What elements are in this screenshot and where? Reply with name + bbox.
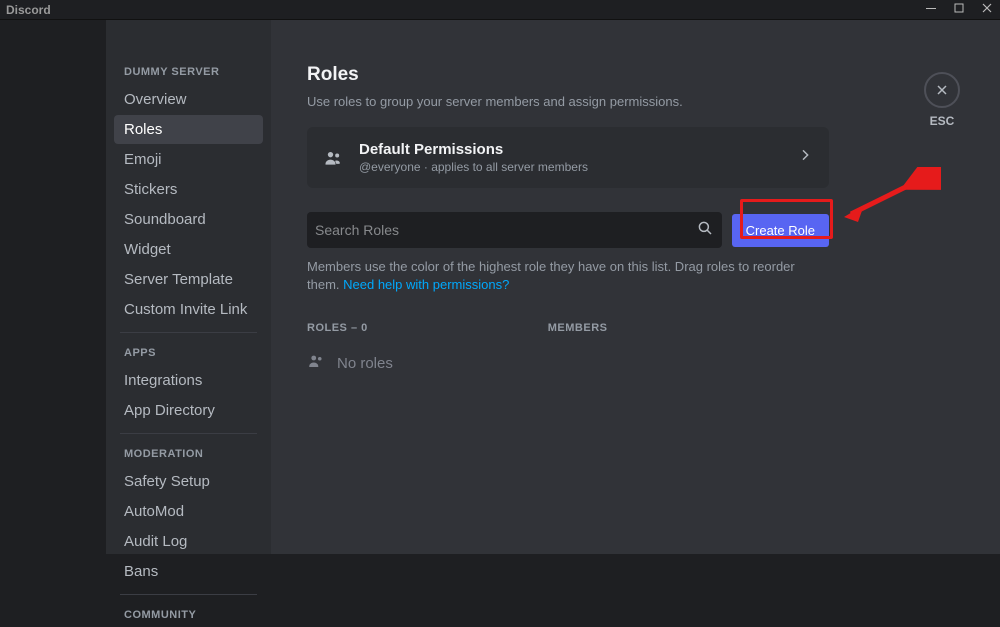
- members-column-header: MEMBERS: [548, 322, 608, 334]
- divider: [120, 433, 257, 434]
- community-header: COMMUNITY: [114, 603, 263, 627]
- window-maximize-button[interactable]: [952, 2, 966, 17]
- apps-header: APPS: [114, 341, 263, 365]
- page-title: Roles: [307, 64, 950, 86]
- empty-roles-label: No roles: [337, 355, 393, 372]
- main-content: Roles Use roles to group your server mem…: [271, 20, 1000, 554]
- sidebar-item-overview[interactable]: Overview: [114, 85, 263, 114]
- members-icon: [323, 148, 343, 168]
- window-minimize-button[interactable]: [924, 2, 938, 17]
- default-permissions-title: Default Permissions: [359, 141, 781, 158]
- chevron-right-icon: [797, 147, 813, 168]
- close-settings-button[interactable]: [924, 72, 960, 108]
- sidebar-item-integrations[interactable]: Integrations: [114, 366, 263, 395]
- sidebar-item-emoji[interactable]: Emoji: [114, 145, 263, 174]
- sidebar-item-audit-log[interactable]: Audit Log: [114, 527, 263, 556]
- help-text: Members use the color of the highest rol…: [307, 258, 829, 294]
- search-roles-input-wrap[interactable]: [307, 212, 722, 248]
- divider: [120, 332, 257, 333]
- sidebar-item-bans[interactable]: Bans: [114, 557, 263, 586]
- window-titlebar: Discord: [0, 0, 1000, 20]
- sidebar-item-stickers[interactable]: Stickers: [114, 175, 263, 204]
- window-close-button[interactable]: [980, 2, 994, 17]
- default-permissions-subtitle: @everyone · applies to all server member…: [359, 160, 781, 174]
- help-link[interactable]: Need help with permissions?: [343, 277, 509, 292]
- sidebar-item-automod[interactable]: AutoMod: [114, 497, 263, 526]
- default-permissions-card[interactable]: Default Permissions @everyone · applies …: [307, 127, 829, 188]
- sidebar-item-widget[interactable]: Widget: [114, 235, 263, 264]
- sidebar-item-server-template[interactable]: Server Template: [114, 265, 263, 294]
- sidebar-item-app-directory[interactable]: App Directory: [114, 396, 263, 425]
- sidebar-item-roles[interactable]: Roles: [114, 115, 263, 144]
- members-icon: [307, 352, 325, 374]
- server-name-header: DUMMY SERVER: [114, 60, 263, 84]
- page-subtitle: Use roles to group your server members a…: [307, 94, 950, 109]
- roles-column-header: ROLES – 0: [307, 322, 368, 334]
- create-role-button[interactable]: Create Role: [732, 214, 829, 247]
- search-icon: [696, 219, 714, 242]
- left-gutter: [0, 20, 106, 554]
- search-roles-input[interactable]: [315, 222, 696, 238]
- app-name: Discord: [6, 3, 51, 17]
- sidebar-item-soundboard[interactable]: Soundboard: [114, 205, 263, 234]
- settings-sidebar: DUMMY SERVER Overview Roles Emoji Sticke…: [106, 20, 271, 554]
- annotation-arrow: [836, 167, 941, 222]
- empty-roles-state: No roles: [307, 352, 950, 374]
- divider: [120, 594, 257, 595]
- sidebar-item-safety-setup[interactable]: Safety Setup: [114, 467, 263, 496]
- close-label: ESC: [924, 114, 960, 128]
- sidebar-item-custom-invite[interactable]: Custom Invite Link: [114, 295, 263, 324]
- moderation-header: MODERATION: [114, 442, 263, 466]
